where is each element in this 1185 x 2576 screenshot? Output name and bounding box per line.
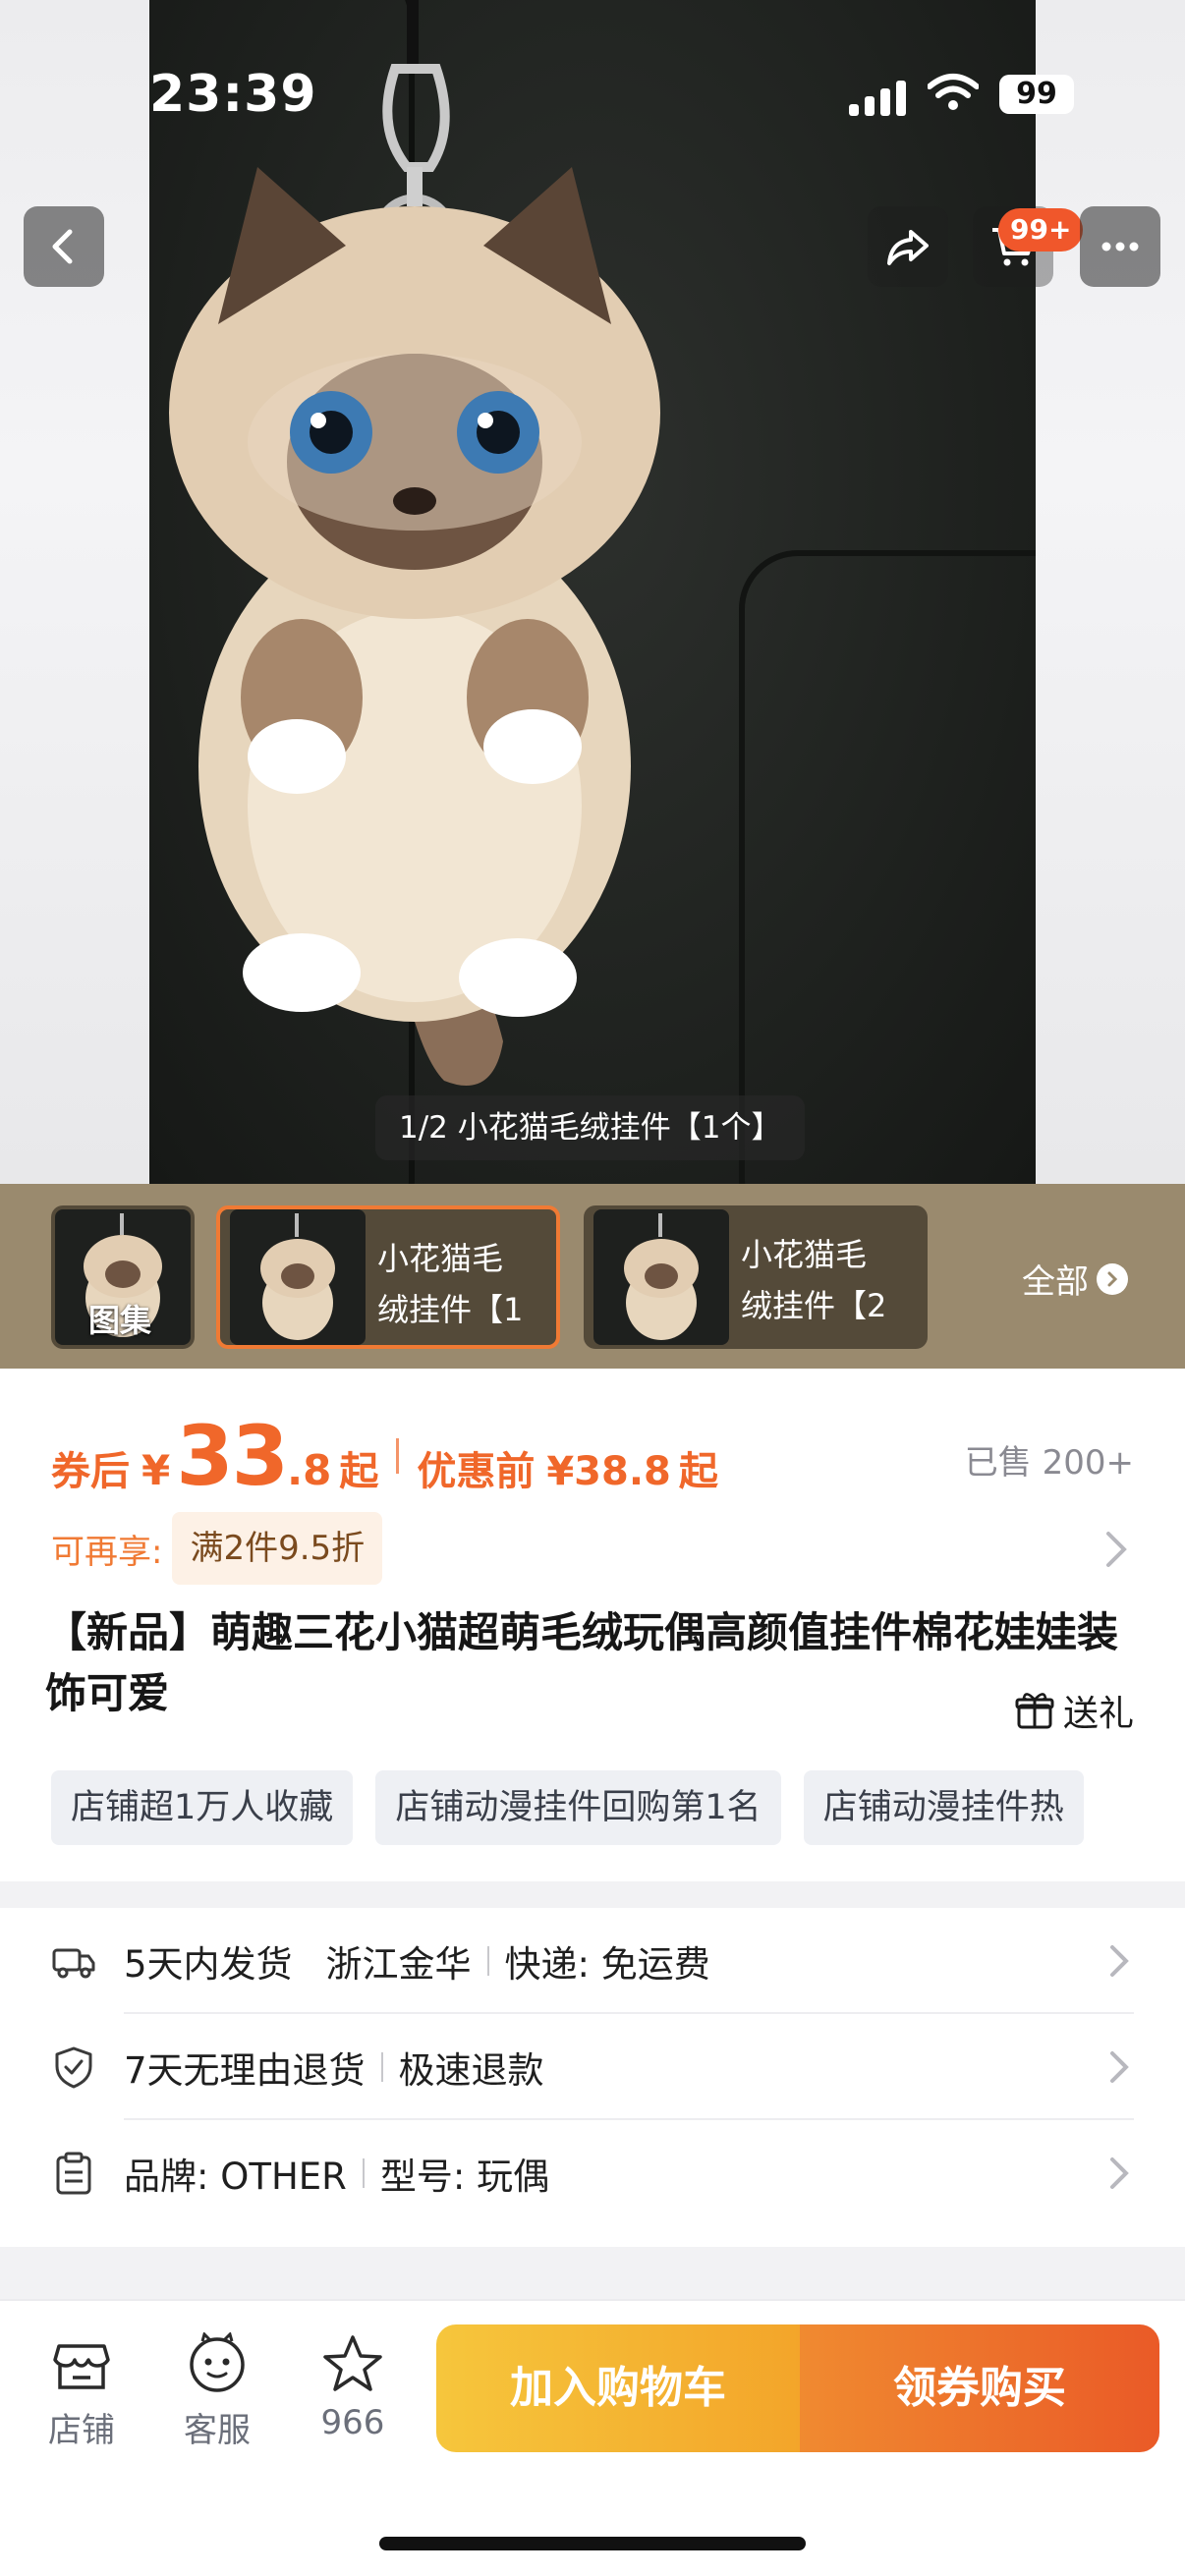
- price-integer: 33: [176, 1408, 289, 1504]
- thumb-label: 图集: [88, 1302, 152, 1339]
- shipping-row[interactable]: 5天内发货 浙江金华 快递: 免运费: [0, 1908, 1185, 2014]
- before-price-from-label: 起: [678, 1449, 718, 1494]
- shop-tag[interactable]: 店铺动漫挂件热: [803, 1770, 1084, 1845]
- return-policy-row[interactable]: 7天无理由退货 极速退款: [0, 2014, 1185, 2120]
- service-info-card: 5天内发货 浙江金华 快递: 免运费 7天无理由退货 极速退款 品牌: OTHE…: [0, 1908, 1185, 2247]
- gift-label: 送礼: [1062, 1694, 1134, 1734]
- chevron-left-icon: [52, 229, 73, 264]
- thumb-image: [230, 1209, 366, 1345]
- image-caption: 1/2 小花猫毛绒挂件【1个】: [375, 1095, 806, 1160]
- battery-indicator: 99: [999, 75, 1074, 114]
- add-to-cart-button[interactable]: 加入购物车: [436, 2324, 800, 2452]
- view-all-link[interactable]: 全部: [1022, 1255, 1128, 1303]
- shop-tags: 店铺超1万人收藏 店铺动漫挂件回购第1名 店铺动漫挂件热: [51, 1770, 1185, 1845]
- thumb-image: [593, 1209, 729, 1345]
- share-button[interactable]: [868, 206, 948, 287]
- chat-face-icon: [190, 2332, 245, 2392]
- shop-tag[interactable]: 店铺超1万人收藏: [51, 1770, 354, 1845]
- star-icon: [323, 2335, 382, 2391]
- price-decimal: .8: [287, 1446, 332, 1494]
- thumb-variant-1[interactable]: 小花猫毛绒挂件【1: [216, 1205, 560, 1349]
- chevron-right-icon: [1110, 2157, 1129, 2189]
- thumb-gallery[interactable]: 图集: [51, 1205, 195, 1349]
- thumb-label: 小花猫毛绒挂件【2: [741, 1236, 887, 1324]
- shop-icon: [53, 2344, 110, 2389]
- sold-count: 已售 200+: [964, 1443, 1134, 1483]
- return-policy-text: 7天无理由退货 极速退款: [124, 2041, 544, 2094]
- clipboard-icon: [56, 2152, 91, 2195]
- product-info-card: 券后 ¥ 33 .8 起 优惠前 ¥38.8 起 已售 200+ 可再享: 满2…: [0, 1369, 1185, 1881]
- shop-label: 店铺: [48, 2411, 115, 2450]
- bottom-action-bar: 店铺 客服 966 加入购物车 领券购买: [0, 2299, 1185, 2576]
- shop-tag[interactable]: 店铺动漫挂件回购第1名: [375, 1770, 781, 1845]
- favorite-count: 966: [320, 2403, 385, 2442]
- brand: 品牌: OTHER: [124, 2156, 347, 2198]
- before-discount-price: ¥38.8: [546, 1449, 671, 1494]
- divider: [486, 1946, 489, 1976]
- favorite-button[interactable]: 966: [299, 2332, 407, 2442]
- model: 型号: 玩偶: [379, 2156, 550, 2198]
- coupon-buy-button[interactable]: 领券购买: [800, 2324, 1159, 2452]
- price-row: 券后 ¥ 33 .8 起 优惠前 ¥38.8 起: [51, 1408, 718, 1504]
- gift-icon: [1015, 1693, 1054, 1729]
- price-divider: [396, 1438, 400, 1474]
- return-policy: 7天无理由退货: [124, 2049, 366, 2092]
- promotion-tag: 满2件9.5折: [172, 1512, 383, 1585]
- chevron-right-icon: [1106, 1532, 1127, 1567]
- currency-symbol: ¥: [141, 1446, 171, 1494]
- more-button[interactable]: [1080, 206, 1160, 287]
- delivery-truck-icon: [52, 1948, 95, 1979]
- home-indicator: [379, 2537, 806, 2550]
- customer-service-button[interactable]: 客服: [163, 2332, 271, 2451]
- product-image-carousel[interactable]: 23:39 99 99+ 1/2 小花猫毛绒挂件【1个】: [0, 0, 1185, 1184]
- shipping-time: 5天内发货: [124, 1943, 293, 1986]
- status-time: 23:39: [149, 65, 317, 124]
- cellular-signal-icon: [849, 81, 906, 116]
- wifi-icon: [928, 74, 979, 110]
- shipping-text: 5天内发货 浙江金华 快递: 免运费: [124, 1934, 710, 1988]
- back-button[interactable]: [24, 206, 104, 287]
- shipping-fee: 快递: 免运费: [504, 1943, 710, 1986]
- promotion-label: 可再享:: [51, 1532, 163, 1572]
- fast-refund: 极速退款: [398, 2049, 544, 2092]
- chevron-right-icon: [1110, 1945, 1129, 1977]
- promotion-row[interactable]: 可再享: 满2件9.5折: [51, 1512, 1134, 1585]
- product-title: 【新品】萌趣三花小猫超萌毛绒玩偶高颜值挂件棉花娃娃装饰可爱: [45, 1608, 1119, 1717]
- chevron-right-icon: [1097, 1262, 1128, 1295]
- shield-check-icon: [55, 2046, 92, 2089]
- divider: [362, 2158, 365, 2188]
- after-coupon-label: 券后: [51, 1449, 130, 1494]
- more-dots-icon: [1101, 242, 1139, 252]
- view-all-label: 全部: [1022, 1262, 1089, 1302]
- shop-button[interactable]: 店铺: [28, 2332, 136, 2451]
- variant-thumbnail-strip: 图集 小花猫毛绒挂件【1 小花猫毛绒挂件【2 全部: [0, 1184, 1185, 1369]
- specs-row[interactable]: 品牌: OTHER 型号: 玩偶: [0, 2120, 1185, 2226]
- before-discount-label: 优惠前: [417, 1449, 536, 1494]
- thumb-label: 小花猫毛绒挂件【1: [377, 1240, 524, 1328]
- share-icon: [887, 230, 929, 265]
- thumb-variant-2[interactable]: 小花猫毛绒挂件【2: [584, 1205, 928, 1349]
- divider: [380, 2052, 383, 2082]
- price-from-label: 起: [339, 1449, 379, 1494]
- status-bar: 23:39 99: [0, 0, 1185, 187]
- gift-button[interactable]: 送礼: [1014, 1685, 1134, 1736]
- cart-count-badge: 99+: [998, 208, 1084, 252]
- ship-from: 浙江金华: [325, 1943, 472, 1986]
- service-label: 客服: [184, 2411, 251, 2450]
- specs-text: 品牌: OTHER 型号: 玩偶: [124, 2147, 549, 2200]
- chevron-right-icon: [1110, 2051, 1129, 2083]
